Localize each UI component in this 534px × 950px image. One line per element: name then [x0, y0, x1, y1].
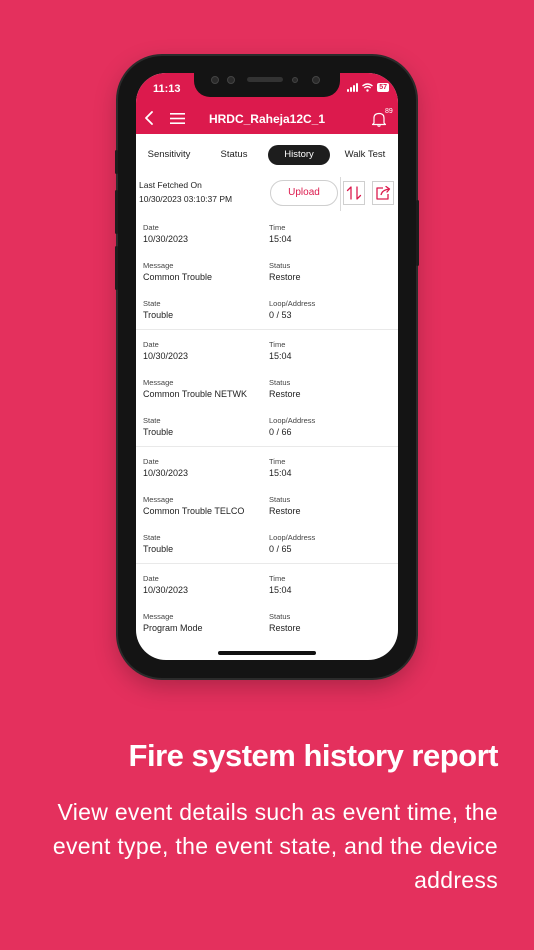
date-value: 10/30/2023 [143, 585, 189, 595]
message-value: Common Trouble NETWK [143, 389, 248, 399]
upload-button[interactable]: Upload [270, 180, 338, 206]
front-camera-icon [312, 76, 320, 84]
last-fetched-label: Last Fetched On [139, 180, 202, 190]
sensor-icon [227, 76, 235, 84]
state-label: State [143, 416, 161, 425]
app-screen: 11:13 57 HRDC_Raheja12C_1 89 Sensitivity… [136, 73, 398, 660]
status-label: Status [269, 261, 291, 270]
wifi-icon [362, 83, 374, 92]
phone-side-button [115, 150, 118, 174]
share-button[interactable] [372, 181, 394, 205]
time-value: 15:04 [269, 351, 292, 361]
message-label: Message [143, 495, 174, 504]
message-label: Message [143, 612, 174, 621]
message-value: Common Trouble [143, 272, 213, 282]
time-value: 15:04 [269, 234, 292, 244]
status-value: Restore [269, 389, 301, 399]
list-item[interactable]: Date 10/30/2023 Time 15:04 Message Commo… [136, 330, 398, 447]
page-title: HRDC_Raheja12C_1 [208, 112, 326, 126]
loop-address-value: 0 / 66 [269, 427, 292, 437]
loop-address-value: 0 / 53 [269, 310, 292, 320]
status-label: Status [269, 495, 291, 504]
status-label: Status [269, 612, 291, 621]
phone-notch [194, 73, 340, 97]
history-list: Date 10/30/2023 Time 15:04 Message Commo… [136, 213, 398, 660]
tab-walk-test[interactable]: Walk Test [340, 145, 390, 165]
tab-history[interactable]: History [268, 145, 330, 165]
status-value: Restore [269, 506, 301, 516]
phone-power-button [416, 200, 419, 266]
tab-sensitivity[interactable]: Sensitivity [142, 145, 196, 165]
home-indicator[interactable] [218, 651, 316, 655]
message-value: Program Mode [143, 623, 203, 633]
state-value: Trouble [143, 310, 174, 320]
date-label: Date [143, 340, 159, 349]
status-value: Restore [269, 623, 301, 633]
phone-volume-down-button [115, 246, 118, 290]
date-label: Date [143, 574, 159, 583]
promo-headline: Fire system history report [128, 738, 499, 773]
status-value: Restore [269, 272, 301, 282]
notification-badge: 89 [385, 108, 393, 115]
bell-icon[interactable] [372, 111, 386, 127]
time-value: 15:04 [269, 585, 292, 595]
time-label: Time [269, 340, 286, 349]
loop-address-label: Loop/Address [269, 299, 316, 308]
share-icon [376, 185, 391, 200]
loop-address-value: 0 / 65 [269, 544, 292, 554]
list-item[interactable]: Date 10/30/2023 Time 15:04 Message Commo… [136, 213, 398, 330]
date-label: Date [143, 457, 159, 466]
time-label: Time [269, 574, 286, 583]
state-value: Trouble [143, 427, 174, 437]
status-time: 11:13 [153, 83, 181, 95]
message-value: Common Trouble TELCO [143, 506, 245, 516]
sort-button[interactable] [343, 181, 365, 205]
phone-volume-up-button [115, 190, 118, 234]
camera-icon [211, 76, 219, 84]
date-value: 10/30/2023 [143, 351, 189, 361]
promo-description: View event details such as event time, t… [52, 799, 498, 893]
app-header: 11:13 57 HRDC_Raheja12C_1 89 [136, 73, 398, 134]
proximity-sensor-icon [292, 77, 298, 83]
time-label: Time [269, 457, 286, 466]
tab-bar: Sensitivity Status History Walk Test [136, 145, 398, 165]
sort-icon [346, 186, 362, 200]
message-label: Message [143, 261, 174, 270]
time-label: Time [269, 223, 286, 232]
status-label: Status [269, 378, 291, 387]
tab-status[interactable]: Status [212, 145, 256, 165]
loop-address-label: Loop/Address [269, 416, 316, 425]
list-item[interactable]: Date 10/30/2023 Time 15:04 Message Progr… [136, 564, 398, 660]
speaker-grille [247, 77, 283, 82]
loop-address-label: Loop/Address [269, 533, 316, 542]
time-value: 15:04 [269, 468, 292, 478]
last-fetched-timestamp: 10/30/2023 03:10:37 PM [139, 194, 233, 204]
state-label: State [143, 299, 161, 308]
list-item[interactable]: Date 10/30/2023 Time 15:04 Message Commo… [136, 447, 398, 564]
signal-icon [347, 82, 359, 92]
toolbar-divider [340, 177, 341, 211]
battery-indicator: 57 [377, 83, 389, 92]
state-label: State [143, 533, 161, 542]
status-icons: 57 [347, 82, 389, 92]
date-label: Date [143, 223, 159, 232]
state-value: Trouble [143, 544, 174, 554]
date-value: 10/30/2023 [143, 468, 189, 478]
date-value: 10/30/2023 [143, 234, 189, 244]
message-label: Message [143, 378, 174, 387]
